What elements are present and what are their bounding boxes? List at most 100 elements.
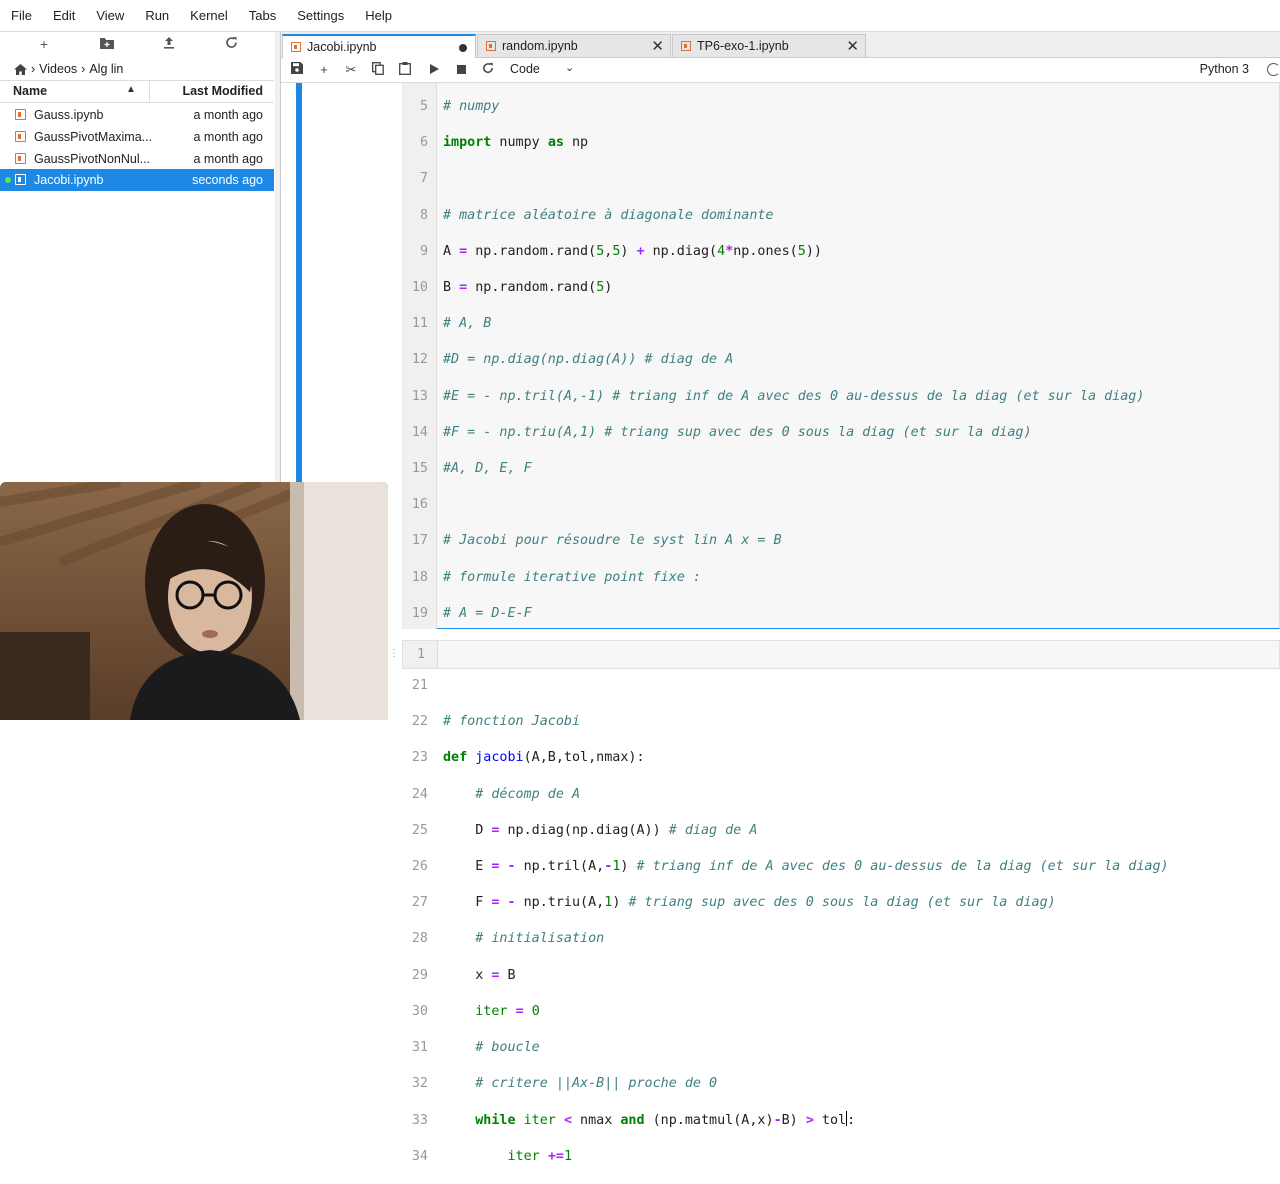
- menu-bar: File Edit View Run Kernel Tabs Settings …: [0, 0, 1280, 32]
- file-modified: a month ago: [193, 152, 264, 166]
- line-number: 19: [411, 605, 428, 621]
- home-icon[interactable]: [14, 63, 27, 75]
- tab-label: TP6-exo-1.ipynb: [697, 39, 789, 53]
- new-launcher-icon[interactable]: +: [35, 36, 53, 52]
- column-divider[interactable]: [149, 81, 150, 102]
- line-number: 27: [411, 895, 428, 911]
- close-icon[interactable]: ✕: [651, 37, 664, 55]
- tab-random[interactable]: random.ipynb ✕: [477, 34, 671, 57]
- menu-view[interactable]: View: [85, 8, 134, 23]
- presenter-video: [0, 482, 388, 720]
- breadcrumb-alg-lin[interactable]: Alg lin: [89, 62, 123, 76]
- insert-cell-icon[interactable]: +: [316, 62, 332, 78]
- line-number: 1: [417, 647, 426, 662]
- empty-code-cell[interactable]: 1: [402, 640, 1280, 669]
- breadcrumb-videos[interactable]: Videos: [39, 62, 77, 76]
- line-number: 13: [411, 388, 428, 404]
- notebook-icon: [15, 109, 26, 120]
- file-browser-toolbar: +: [0, 32, 275, 56]
- close-icon[interactable]: ✕: [846, 37, 859, 55]
- resize-handle-icon[interactable]: ⋮: [389, 648, 399, 659]
- file-name: GaussPivotNonNul...: [34, 152, 151, 166]
- file-row[interactable]: Gauss.ipynb a month ago: [0, 104, 274, 126]
- kernel-status-icon: [1267, 63, 1280, 76]
- kernel-name[interactable]: Python 3: [1200, 62, 1249, 76]
- menu-edit[interactable]: Edit: [42, 8, 85, 23]
- tab-label: Jacobi.ipynb: [307, 40, 377, 54]
- notebook-icon: [291, 42, 301, 52]
- line-number: 34: [411, 1148, 428, 1164]
- line-number: 23: [411, 750, 428, 766]
- line-number: 14: [411, 424, 428, 440]
- file-row[interactable]: GaussPivotMaxima... a month ago: [0, 126, 274, 148]
- menu-settings[interactable]: Settings: [286, 8, 354, 23]
- cut-icon[interactable]: ✂: [343, 62, 359, 78]
- line-number: 26: [411, 859, 428, 875]
- menu-file[interactable]: File: [0, 8, 42, 23]
- save-icon[interactable]: [289, 62, 305, 78]
- new-folder-icon[interactable]: [98, 36, 116, 52]
- notebook-icon: [15, 174, 26, 185]
- file-row-selected[interactable]: Jacobi.ipynb seconds ago: [0, 169, 274, 191]
- tab-bar: Jacobi.ipynb random.ipynb ✕ TP6-exo-1.ip…: [281, 32, 1280, 58]
- code-content[interactable]: 5 # numpy 6 import numpy as np 7 8 # matric…: [402, 80, 1169, 1184]
- restart-icon[interactable]: [480, 62, 496, 78]
- line-number: 31: [411, 1039, 428, 1055]
- line-number: 8: [419, 207, 428, 223]
- file-modified: a month ago: [193, 130, 264, 144]
- text-cursor: [846, 1111, 848, 1127]
- sort-ascending-icon[interactable]: ▲: [126, 84, 136, 95]
- menu-help[interactable]: Help: [354, 8, 402, 23]
- file-browser: + › Videos › Alg lin Name ▲ Last Modifie…: [0, 32, 276, 482]
- column-name[interactable]: Name: [13, 84, 47, 98]
- line-number: 24: [411, 786, 428, 802]
- file-name: Jacobi.ipynb: [34, 173, 104, 187]
- menu-run[interactable]: Run: [134, 8, 179, 23]
- menu-tabs[interactable]: Tabs: [238, 8, 286, 23]
- line-number: 18: [411, 569, 428, 585]
- file-modified: seconds ago: [192, 173, 263, 187]
- line-number: 25: [411, 822, 428, 838]
- file-name: Gauss.ipynb: [34, 108, 104, 122]
- webcam-overlay: [0, 482, 388, 720]
- notebook-icon: [15, 131, 26, 142]
- breadcrumb-separator: ›: [81, 62, 86, 76]
- breadcrumb: › Videos › Alg lin: [14, 62, 123, 76]
- line-number: 5: [419, 99, 428, 115]
- upload-icon[interactable]: [160, 36, 178, 52]
- tab-jacobi[interactable]: Jacobi.ipynb: [282, 34, 476, 58]
- cell-collapser[interactable]: [296, 83, 302, 483]
- unsaved-dot-icon[interactable]: [459, 44, 467, 52]
- running-indicator-icon: [5, 177, 11, 183]
- line-number: 29: [411, 967, 428, 983]
- column-last-modified[interactable]: Last Modified: [182, 84, 263, 98]
- line-number: 22: [411, 714, 428, 730]
- tab-tp6-exo-1[interactable]: TP6-exo-1.ipynb ✕: [672, 34, 866, 57]
- line-number: 10: [411, 280, 428, 296]
- breadcrumb-separator: ›: [31, 62, 36, 76]
- cell-type-select[interactable]: Code: [510, 62, 540, 76]
- copy-icon[interactable]: [370, 62, 386, 78]
- stop-icon[interactable]: [453, 62, 469, 78]
- notebook-icon: [486, 41, 496, 51]
- paste-icon[interactable]: [397, 62, 413, 78]
- line-number: 17: [411, 533, 428, 549]
- file-name: GaussPivotMaxima...: [34, 130, 153, 144]
- file-modified: a month ago: [193, 108, 264, 122]
- menu-kernel[interactable]: Kernel: [179, 8, 238, 23]
- notebook-icon: [15, 153, 26, 164]
- line-number: 16: [411, 497, 428, 513]
- line-number: 11: [411, 316, 428, 332]
- chevron-down-icon[interactable]: ⌄: [565, 61, 574, 74]
- run-icon[interactable]: [426, 62, 442, 78]
- refresh-icon[interactable]: [222, 36, 240, 52]
- line-number: 15: [411, 460, 428, 476]
- line-number: 6: [419, 135, 428, 151]
- line-number: 21: [411, 678, 428, 694]
- line-number: 28: [411, 931, 428, 947]
- tab-label: random.ipynb: [502, 39, 578, 53]
- file-row[interactable]: GaussPivotNonNul... a month ago: [0, 148, 274, 170]
- line-number: 32: [411, 1076, 428, 1092]
- file-list-header: Name ▲ Last Modified: [0, 80, 274, 103]
- notebook-icon: [681, 41, 691, 51]
